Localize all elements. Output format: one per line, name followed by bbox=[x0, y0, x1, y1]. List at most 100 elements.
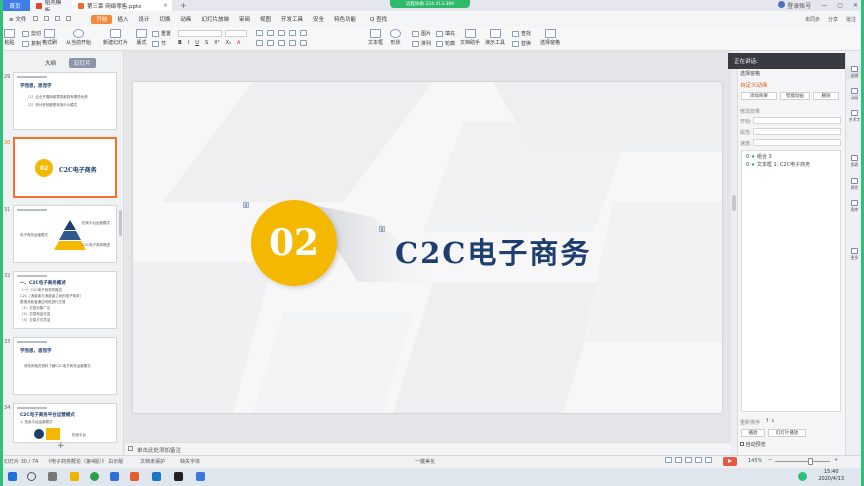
tab-home[interactable]: 首页 bbox=[0, 0, 30, 11]
slide-title[interactable]: C2C电子商务 bbox=[395, 230, 591, 272]
print-icon[interactable] bbox=[44, 15, 50, 21]
save-icon[interactable] bbox=[33, 15, 39, 21]
beautify-button[interactable]: 一键美化 bbox=[415, 458, 435, 465]
strip-wordart[interactable]: 艺术字 bbox=[846, 110, 863, 123]
select-pane-button[interactable]: 选择窗格 bbox=[540, 29, 560, 46]
current-slide[interactable]: 02 C2C电子商务 0 0 bbox=[133, 82, 722, 413]
from-current-button[interactable]: 从当前开始 bbox=[66, 29, 91, 46]
menu-file[interactable]: ≡ 文件 bbox=[4, 11, 31, 27]
app-icon[interactable] bbox=[152, 472, 161, 481]
zoom-in-button[interactable]: + bbox=[834, 457, 838, 463]
line-spacing-icon[interactable] bbox=[300, 30, 307, 36]
menu-slideshow[interactable]: 幻灯片放映 bbox=[196, 11, 234, 27]
menu-animation[interactable]: 动画 bbox=[175, 11, 196, 27]
animation-list-item[interactable]: 0 ★ 组合 3 bbox=[746, 153, 772, 160]
menu-view[interactable]: 视图 bbox=[255, 11, 276, 27]
app-icon[interactable] bbox=[174, 472, 183, 481]
subscript-button[interactable]: X₂ bbox=[226, 40, 231, 46]
task-view-icon[interactable] bbox=[48, 472, 57, 481]
outline-button[interactable]: 轮廓 bbox=[436, 40, 455, 47]
slide-thumbnail-29[interactable]: 学而思，思而学 （1）企业开展网络零售都具有哪些优势 （2）请分析其都是采用什么… bbox=[13, 72, 117, 130]
font-size-select[interactable] bbox=[225, 30, 247, 37]
strip-gallery[interactable]: 图库 bbox=[846, 200, 863, 213]
delete-effect-button[interactable]: 删除 bbox=[813, 92, 839, 100]
start-slideshow-button[interactable] bbox=[723, 457, 737, 466]
align-left-icon[interactable] bbox=[256, 40, 263, 46]
reorder-arrows[interactable]: ↑ ↓ bbox=[765, 418, 775, 424]
menu-review[interactable]: 审阅 bbox=[234, 11, 255, 27]
strip-select[interactable]: 选择 bbox=[846, 66, 863, 79]
notes-pane[interactable]: 单击此处添加备注 bbox=[125, 442, 731, 456]
animation-marker[interactable]: 0 bbox=[243, 202, 249, 208]
layout-button[interactable]: 版式 bbox=[136, 29, 147, 46]
strip-properties[interactable]: 属性 bbox=[846, 178, 863, 191]
menu-start[interactable]: 开始 bbox=[91, 14, 113, 24]
sync-status[interactable]: 未同步 bbox=[805, 16, 820, 23]
zoom-level[interactable]: 145% bbox=[748, 458, 762, 464]
slide-thumbnail-33[interactable]: 学而思，思而学 请查询相关资料了解C2C电子商务运营模式 bbox=[13, 337, 117, 395]
find-button[interactable]: 查找 bbox=[512, 30, 531, 37]
undo-icon[interactable] bbox=[55, 15, 61, 21]
format-painter-button[interactable]: 格式刷 bbox=[42, 29, 57, 46]
numbered-list-icon[interactable] bbox=[267, 30, 274, 36]
app-icon[interactable] bbox=[196, 472, 205, 481]
app-icon[interactable] bbox=[130, 472, 139, 481]
missing-font-button[interactable]: 缺失字体 bbox=[180, 458, 200, 465]
protect-status[interactable]: 文档未保护 bbox=[140, 458, 165, 465]
copy-button[interactable]: 复制 bbox=[22, 40, 41, 47]
smart-animation-button[interactable]: 智能动画 bbox=[780, 92, 810, 100]
autopreview-checkbox[interactable]: 自动预览 bbox=[740, 441, 766, 448]
menu-developer[interactable]: 开发工具 bbox=[276, 11, 308, 27]
outdent-icon[interactable] bbox=[289, 30, 296, 36]
slide-thumbnail-30[interactable]: 02 C2C电子商务 bbox=[13, 137, 117, 198]
close-tab-icon[interactable]: × bbox=[163, 2, 168, 9]
presentation-tools-button[interactable]: 演示工具 bbox=[485, 29, 505, 46]
sorter-view-icon[interactable] bbox=[685, 457, 692, 463]
slide-thumbnail-34[interactable]: C2C电子商务平台运营模式 1. 拍卖平台运营模式 拍卖平台 bbox=[13, 403, 117, 443]
italic-button[interactable]: I bbox=[188, 40, 189, 46]
menu-search[interactable]: Q 查找 bbox=[365, 11, 392, 27]
strikethrough-button[interactable]: S bbox=[205, 40, 208, 46]
reset-button[interactable]: 重置 bbox=[152, 30, 171, 37]
shape-button[interactable]: 形状 bbox=[390, 29, 401, 46]
menu-special[interactable]: 特色功能 bbox=[329, 11, 361, 27]
section-button[interactable]: 节 bbox=[152, 40, 166, 47]
slide-thumbnail-32[interactable]: 一、C2C电子商务概述 （一）C2C电子商务的概念 C2C（消费者与消费者之间的… bbox=[13, 271, 117, 329]
superscript-button[interactable]: X² bbox=[214, 40, 219, 46]
outline-view-icon[interactable] bbox=[705, 457, 712, 463]
tab-outline[interactable]: 大纲 bbox=[40, 58, 61, 68]
new-tab-button[interactable]: + bbox=[180, 1, 187, 10]
strip-animation[interactable]: 动画 bbox=[846, 88, 863, 101]
picture-button[interactable]: 图片 bbox=[412, 30, 431, 37]
redo-icon[interactable] bbox=[66, 15, 72, 21]
tray-icon[interactable] bbox=[798, 472, 807, 481]
minimize-button[interactable]: — bbox=[821, 2, 827, 9]
bullet-list-icon[interactable] bbox=[256, 30, 263, 36]
close-window-button[interactable]: ✕ bbox=[853, 2, 858, 9]
align-center-icon[interactable] bbox=[267, 40, 274, 46]
slideshow-button[interactable]: 幻灯片播放 bbox=[768, 429, 806, 437]
new-slide-button[interactable]: 新建幻灯片 bbox=[103, 29, 128, 46]
windows-start-icon[interactable] bbox=[8, 472, 17, 481]
animation-list-item[interactable]: 0 ★ 文本框 1: C2C电子商务 bbox=[746, 161, 810, 168]
menu-security[interactable]: 安全 bbox=[308, 11, 329, 27]
start-select[interactable] bbox=[753, 117, 841, 124]
menu-transition[interactable]: 切换 bbox=[154, 11, 175, 27]
strip-more[interactable]: 更多 bbox=[846, 248, 863, 261]
arrange-button[interactable]: 排列 bbox=[412, 40, 431, 47]
maximize-button[interactable]: ▢ bbox=[837, 2, 843, 9]
normal-view-icon[interactable] bbox=[675, 457, 682, 463]
tab-template[interactable]: 稻壳模板 bbox=[30, 0, 72, 14]
indent-icon[interactable] bbox=[278, 30, 285, 36]
add-effect-button[interactable]: 添加效果 bbox=[741, 92, 777, 100]
login-button[interactable]: 登录账号 bbox=[778, 1, 811, 10]
play-animation-button[interactable]: 播放 bbox=[741, 429, 765, 437]
search-icon[interactable] bbox=[27, 472, 36, 481]
section-number-badge[interactable]: 02 bbox=[251, 200, 337, 286]
font-color-button[interactable]: A bbox=[237, 40, 240, 46]
distribute-icon[interactable] bbox=[300, 40, 307, 46]
speed-select[interactable] bbox=[753, 139, 841, 146]
paste-button[interactable]: 粘贴 bbox=[4, 29, 15, 46]
thumbnail-scrollbar[interactable] bbox=[119, 210, 122, 236]
replace-button[interactable]: 替换 bbox=[512, 40, 531, 47]
